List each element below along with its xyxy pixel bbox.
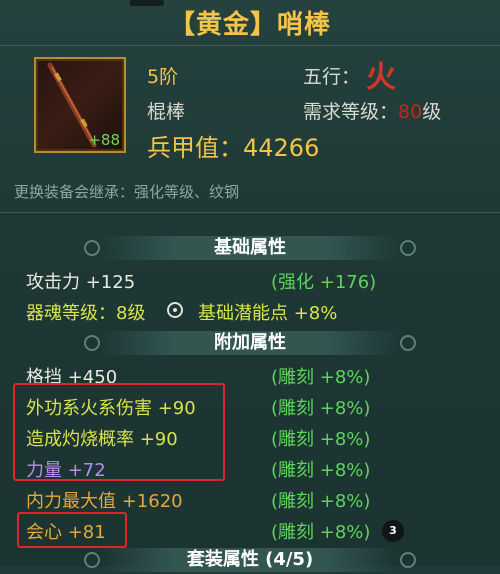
set-attributes-header: 套装属性 (4/5) [80,546,420,574]
attack-enhance-bonus: (强化 +176) [271,272,377,293]
item-tier: 5阶 [147,66,179,88]
item-type: 棍棒 [147,101,186,123]
extra-attributes-header: 附加属性 [80,329,420,357]
armament-value: 兵甲值：44266 [147,134,320,162]
potential-point-icon [167,302,183,318]
inherit-note: 更换装备会继承：强化等级、纹钢 [14,183,240,201]
basic-attributes-title: 基础属性 [214,237,286,258]
extra-stat-carve-bonus: (雕刻 +8%) [271,491,371,512]
extra-stat-carve-bonus: (雕刻 +8%) [271,367,371,388]
highlight-box-crit [17,512,127,548]
extra-stat-carve-bonus: (雕刻 +8%) [271,398,371,419]
base-potential: 基础潜能点 +8% [198,303,338,324]
extra-stat-carve-bonus: (雕刻 +8%) [271,522,371,543]
extra-stat-carve-bonus: (雕刻 +8%) [271,460,371,481]
element-label: 五行： [303,66,361,88]
soul-level: 器魂等级：8级 [26,303,146,324]
required-level-suffix: 级 [422,101,442,123]
item-title: 【黄金】哨棒 [168,10,331,40]
item-tooltip-panel: 【黄金】哨棒 +88 5阶 棍棒 五行： 火 需求等级：80级 兵甲值：4426… [0,0,500,572]
extra-attributes-title: 附加属性 [214,332,286,353]
required-level-value: 80 [398,101,423,123]
step-badge: 3 [382,520,404,542]
staff-item-icon[interactable]: +88 [34,57,126,153]
required-level-label: 需求等级： [303,101,399,123]
fire-element-icon: 火 [366,60,396,95]
section-divider [0,212,500,213]
basic-attributes-header: 基础属性 [80,234,420,262]
set-attributes-title: 套装属性 (4/5) [186,549,314,570]
required-level: 需求等级：80级 [303,97,441,124]
icon-enhance-level: +88 [88,131,120,149]
attack-stat: 攻击力 +125 [26,272,136,293]
title-divider [0,45,500,46]
extra-stat-carve-bonus: (雕刻 +8%) [271,429,371,450]
extra-stat-max-mana: 内力最大值 +1620 [26,491,183,512]
highlight-box-stats [13,383,225,481]
